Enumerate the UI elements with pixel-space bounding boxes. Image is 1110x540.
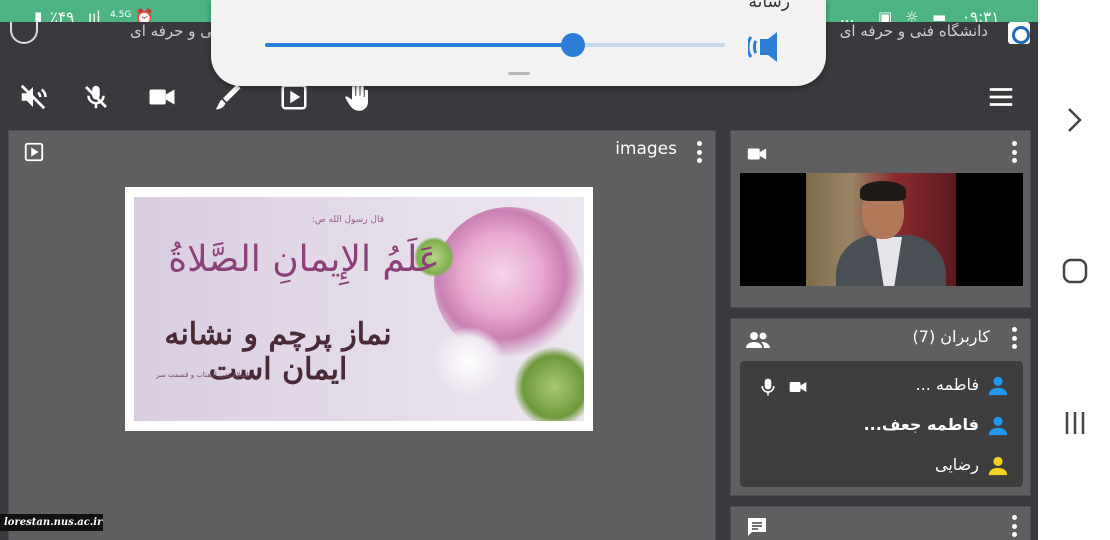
mic-off-icon [85,85,107,109]
volume-popup: رسانه [211,0,826,86]
popup-drag-handle[interactable] [508,72,530,75]
user-name: فاطمه ... [915,375,979,394]
home-square-icon [1062,258,1088,284]
chat-panel [730,506,1031,540]
media-volume-icon[interactable] [746,30,788,68]
menu-button[interactable] [984,80,1018,114]
users-more-icon[interactable] [1011,327,1017,349]
webcam-more-icon[interactable] [1011,141,1017,163]
user-avatar-icon [987,375,1009,401]
user-camera-icon[interactable] [786,377,810,401]
user-list: فاطمه ... فاطمه جعف... رضایی [740,361,1023,487]
user-name: رضایی [935,455,979,474]
users-title: کاربران (7) [912,327,990,346]
presentation-icon [281,84,307,110]
slide-line-footer: الصلاة تفی التفتاب و قسمت سر [156,371,251,379]
slide-line-arabic: عَلَمُ الإِيمانِ الصَّلاةُ [168,239,440,280]
nav-recents-button[interactable] [1060,408,1090,438]
volume-slider-thumb[interactable] [561,33,586,57]
nav-home-button[interactable] [1060,256,1090,286]
user-item[interactable]: فاطمه جعف... [740,407,1023,447]
webcam-panel [730,130,1031,308]
chevron-right-icon [1068,108,1082,132]
meeting-area: images قال رسول الله ص: عَلَمُ الإِيمانِ… [0,128,1038,540]
volume-off-icon [20,84,47,110]
nav-back-button[interactable] [1060,105,1090,135]
microphone-button[interactable] [79,80,113,114]
presentation-panel: images قال رسول الله ص: عَلَمُ الإِيمانِ… [8,130,716,540]
user-item[interactable]: فاطمه ... [740,367,1023,407]
raise-hand-icon [345,84,368,111]
system-navigation-bar [1038,0,1110,540]
webcam-video[interactable] [740,173,1023,286]
user-avatar-icon [987,415,1009,441]
recents-icon [1065,412,1085,434]
webcam-panel-icon [745,143,769,169]
slide-image: قال رسول الله ص: عَلَمُ الإِيمانِ الصَّل… [134,197,584,421]
presentation-title: images [615,139,677,159]
users-panel: کاربران (7) فاطمه ... فاطمه جعف... رضایی [730,318,1031,496]
users-icon [745,329,771,355]
presentation-more-icon[interactable] [696,141,702,163]
watermark: lorestan.nus.ac.ir [0,514,103,531]
chat-more-icon[interactable] [1011,515,1017,537]
volume-title: رسانه [748,0,790,12]
video-person-hair [860,181,906,201]
screen: ▮ ٪۴۹ ııl 4.5G ⏰ ... ▣ ☼ ▬ ۰۹:۳۱ دانشگاه… [0,0,1110,540]
video-camera-icon [149,89,175,105]
volume-off-button[interactable] [16,80,50,114]
menu-icon [989,88,1013,106]
white-flower-image [434,327,504,397]
presentation-slide: قال رسول الله ص: عَلَمُ الإِيمانِ الصَّل… [125,187,593,431]
pen-icon [215,84,241,110]
app-logo [1008,22,1030,44]
slide-line-small: قال رسول الله ص: [311,215,384,225]
user-name: فاطمه جعف... [863,415,979,434]
microphone-icon[interactable] [758,375,778,403]
user-item[interactable]: رضایی [740,447,1023,487]
user-avatar-icon [987,455,1009,481]
header-title: دانشگاه فنی و حرفه ای [839,22,988,40]
volume-slider-fill [265,43,574,47]
leaf-image-bottom [514,347,584,421]
volume-slider[interactable] [265,33,725,57]
camera-button[interactable] [145,80,179,114]
presentation-panel-icon [23,141,45,167]
chat-icon [745,515,769,540]
back-button[interactable] [10,22,38,44]
network-type: 4.5G [110,10,132,20]
